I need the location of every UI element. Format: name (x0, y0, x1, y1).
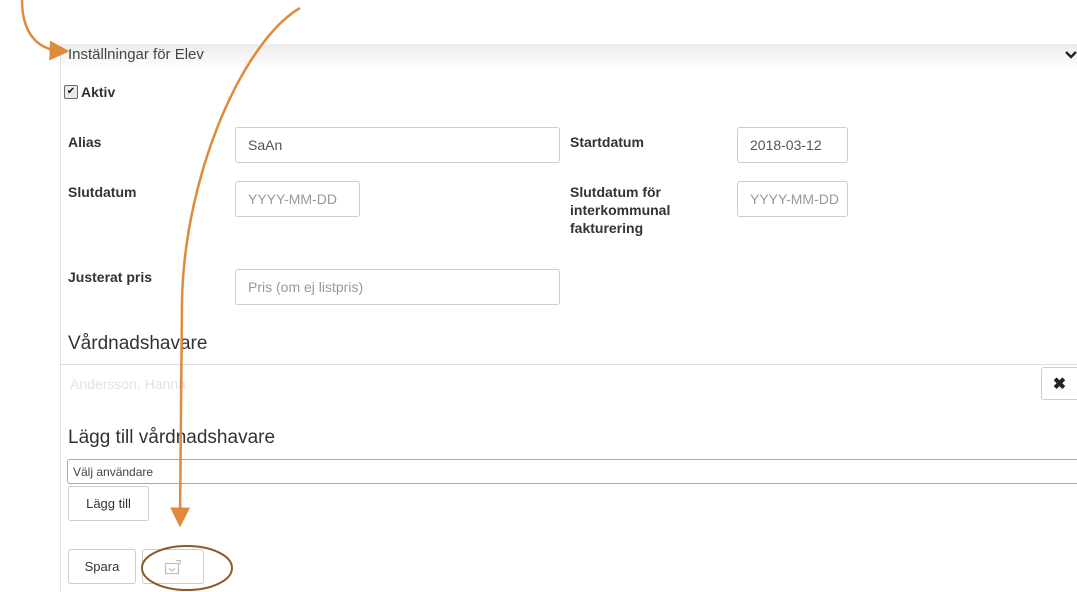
alias-label: Alias (68, 134, 102, 150)
export-button[interactable] (142, 549, 204, 584)
add-guardian-heading: Lägg till vårdnadshavare (68, 427, 276, 448)
checkmark-icon: ✔ (66, 86, 76, 97)
panel-title[interactable]: Inställningar för Elev (68, 46, 204, 63)
guardian-row (60, 364, 1077, 399)
guardians-heading: Vårdnadshavare (68, 333, 208, 354)
justerat-pris-label: Justerat pris (68, 269, 153, 285)
panel-border (60, 44, 61, 592)
remove-guardian-button[interactable]: ✖ (1041, 367, 1077, 400)
aktiv-checkbox-row[interactable]: ✔ Aktiv (64, 84, 115, 100)
slutdatum-interkommunal-label-line: Slutdatum för (570, 184, 661, 200)
export-icon (164, 559, 181, 574)
aktiv-label: Aktiv (81, 84, 116, 100)
add-guardian-button[interactable]: Lägg till (68, 486, 149, 521)
user-select[interactable]: Välj användare (67, 459, 1077, 484)
slutdatum-label: Slutdatum (68, 184, 137, 200)
close-icon: ✖ (1052, 375, 1067, 393)
slutdatum-interkommunal-input[interactable]: YYYY-MM-DD (737, 181, 848, 217)
guardian-name: Andersson, Hanna (70, 376, 186, 392)
startdatum-input[interactable]: 2018-03-12 (737, 127, 848, 163)
save-button[interactable]: Spara (68, 549, 136, 584)
aktiv-checkbox[interactable]: ✔ (64, 85, 78, 99)
annotation-arrow (20, 0, 70, 61)
slutdatum-interkommunal-label-line: fakturering (570, 220, 644, 236)
startdatum-label: Startdatum (570, 134, 644, 150)
justerat-pris-input[interactable]: Pris (om ej listpris) (235, 269, 560, 305)
chevron-down-icon[interactable] (1064, 48, 1077, 62)
panel-header-bar[interactable] (60, 44, 1077, 69)
slutdatum-interkommunal-label: Slutdatum för interkommunal fakturering (570, 183, 670, 237)
alias-input[interactable]: SaAn (235, 127, 560, 163)
slutdatum-interkommunal-label-line: interkommunal (570, 202, 671, 218)
slutdatum-input[interactable]: YYYY-MM-DD (235, 181, 360, 217)
